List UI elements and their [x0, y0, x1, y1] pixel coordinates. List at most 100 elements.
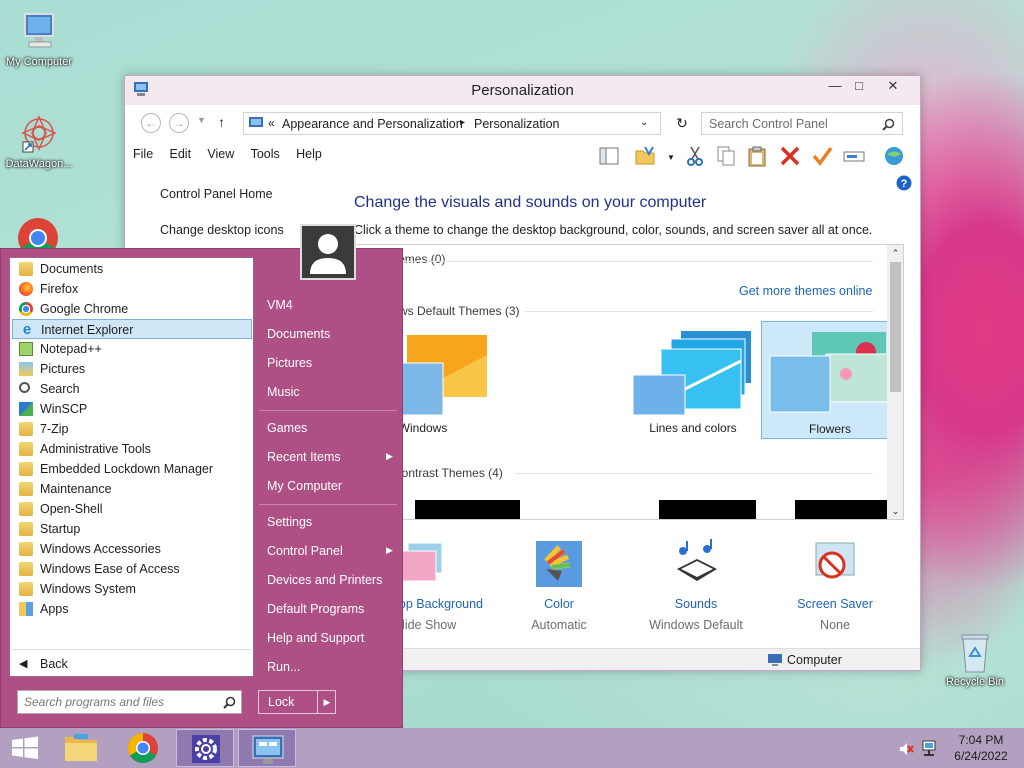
control-panel-search[interactable]: Search Control Panel: [701, 112, 903, 135]
volume-muted-icon[interactable]: [898, 741, 914, 757]
scrollbar-thumb[interactable]: [890, 262, 901, 392]
desktop-icon-my-computer[interactable]: My Computer: [0, 10, 79, 68]
refresh-icon[interactable]: ↻: [673, 115, 691, 133]
program-windows-system[interactable]: Windows System: [12, 579, 252, 599]
cut-icon[interactable]: [684, 145, 706, 167]
theme-globe-icon[interactable]: [883, 145, 905, 167]
setting-title[interactable]: Screen Saver: [775, 597, 895, 611]
paste-icon[interactable]: [746, 145, 768, 167]
program-google-chrome[interactable]: Google Chrome: [12, 299, 252, 319]
network-icon[interactable]: [922, 740, 938, 758]
folder-options-icon[interactable]: [634, 145, 656, 167]
desktop-icon-datawagon[interactable]: DataWagon...: [0, 112, 79, 170]
sounds-setting[interactable]: Sounds Windows Default: [636, 539, 756, 632]
high-contrast-thumbnail[interactable]: [415, 500, 520, 519]
taskbar-settings[interactable]: [176, 729, 234, 767]
copy-icon[interactable]: [715, 145, 737, 167]
minimize-button[interactable]: —: [823, 76, 847, 96]
program-administrative-tools[interactable]: Administrative Tools: [12, 439, 252, 459]
program-startup[interactable]: Startup: [12, 519, 252, 539]
address-dropdown-icon[interactable]: ⌄: [640, 117, 648, 128]
right-item-run[interactable]: Run...: [267, 660, 300, 674]
program-firefox[interactable]: Firefox: [12, 279, 252, 299]
lock-button[interactable]: Lock ▶: [258, 690, 336, 714]
address-bar[interactable]: « Appearance and Personalization ▸ Perso…: [243, 112, 661, 135]
menu-help[interactable]: Help: [296, 147, 322, 161]
search-input[interactable]: Search Control Panel: [709, 117, 828, 131]
close-button[interactable]: ✕: [871, 76, 915, 96]
setting-title[interactable]: Color: [499, 597, 619, 611]
breadcrumb-parent[interactable]: Appearance and Personalization: [282, 117, 463, 131]
right-item-default-programs[interactable]: Default Programs: [267, 602, 364, 616]
program-maintenance[interactable]: Maintenance: [12, 479, 252, 499]
right-item-games[interactable]: Games: [267, 421, 307, 435]
search-icon[interactable]: [882, 118, 895, 131]
options-dropdown-icon[interactable]: ▼: [667, 153, 675, 162]
program-windows-ease-of-access[interactable]: Windows Ease of Access: [12, 559, 252, 579]
setting-title[interactable]: Sounds: [636, 597, 756, 611]
right-item-my-computer[interactable]: My Computer: [267, 479, 342, 493]
theme-flowers[interactable]: Flowers: [761, 321, 897, 439]
clock[interactable]: 7:04 PM 6/24/2022: [946, 732, 1016, 764]
delete-icon[interactable]: [779, 145, 801, 167]
program-pictures[interactable]: Pictures: [12, 359, 252, 379]
back-button[interactable]: ◀ Back: [12, 654, 252, 674]
menu-tools[interactable]: Tools: [251, 147, 280, 161]
high-contrast-thumbnail[interactable]: [795, 500, 892, 519]
help-icon[interactable]: ?: [896, 175, 912, 191]
program-apps[interactable]: Apps: [12, 599, 252, 619]
chrome-desktop-icon[interactable]: [16, 216, 60, 248]
program-windows-accessories[interactable]: Windows Accessories: [12, 539, 252, 559]
right-item-music[interactable]: Music: [267, 385, 300, 399]
menu-edit[interactable]: Edit: [170, 147, 192, 161]
program-winscp[interactable]: WinSCP: [12, 399, 252, 419]
right-item-recent-items[interactable]: Recent Items: [267, 450, 341, 464]
themes-scrollbar[interactable]: ⌃ ⌄: [887, 245, 903, 519]
preview-pane-icon[interactable]: [598, 145, 620, 167]
lock-options-arrow-icon[interactable]: ▶: [317, 691, 336, 713]
history-dropdown-icon[interactable]: ▼: [197, 115, 206, 125]
program-open-shell[interactable]: Open-Shell: [12, 499, 252, 519]
nav-control-panel-home[interactable]: Control Panel Home: [160, 187, 273, 201]
right-item-control-panel[interactable]: Control Panel: [267, 544, 343, 558]
properties-check-icon[interactable]: [811, 145, 833, 167]
breadcrumb-root[interactable]: «: [268, 116, 275, 130]
search-icon[interactable]: [223, 696, 236, 709]
forward-nav-button[interactable]: →: [169, 113, 189, 133]
scroll-down-icon[interactable]: ⌄: [887, 506, 903, 517]
breadcrumb-current[interactable]: Personalization: [474, 117, 559, 131]
menu-view[interactable]: View: [207, 147, 234, 161]
program-7-zip[interactable]: 7-Zip: [12, 419, 252, 439]
program-embedded-lockdown-manager[interactable]: Embedded Lockdown Manager: [12, 459, 252, 479]
program-internet-explorer[interactable]: e Internet Explorer: [12, 319, 252, 339]
programs-search-input[interactable]: Search programs and files: [24, 695, 164, 709]
color-setting[interactable]: Color Automatic: [499, 539, 619, 632]
program-search[interactable]: Search: [12, 379, 252, 399]
back-nav-button[interactable]: ←: [141, 113, 161, 133]
scroll-up-icon[interactable]: ⌃: [887, 248, 903, 259]
desktop-icon-recycle-bin[interactable]: Recycle Bin: [935, 630, 1015, 688]
theme-lines-and-colors[interactable]: Lines and colors: [625, 321, 761, 439]
right-item-vm4[interactable]: VM4: [267, 298, 293, 312]
start-button[interactable]: [0, 729, 50, 767]
right-item-pictures[interactable]: Pictures: [267, 356, 312, 370]
screen-saver-setting[interactable]: Screen Saver None: [775, 539, 895, 632]
nav-change-desktop-icons[interactable]: Change desktop icons: [160, 223, 284, 237]
window-titlebar[interactable]: Personalization — □ ✕: [125, 76, 920, 105]
user-avatar[interactable]: [300, 224, 356, 280]
right-item-documents[interactable]: Documents: [267, 327, 330, 341]
taskbar-control-panel[interactable]: [238, 729, 296, 767]
menu-file[interactable]: File: [133, 147, 153, 161]
right-item-devices-and-printers[interactable]: Devices and Printers: [267, 573, 382, 587]
taskbar-file-explorer[interactable]: [52, 729, 110, 767]
program-notepad-plus-plus[interactable]: Notepad++: [12, 339, 252, 359]
high-contrast-thumbnail[interactable]: [659, 500, 756, 519]
right-item-help-and-support[interactable]: Help and Support: [267, 631, 364, 645]
up-arrow-icon[interactable]: ↑: [218, 114, 225, 130]
get-more-themes-link[interactable]: Get more themes online: [739, 284, 872, 298]
taskbar-chrome[interactable]: [114, 729, 172, 767]
program-documents[interactable]: Documents: [12, 259, 252, 279]
programs-search-box[interactable]: Search programs and files: [17, 690, 242, 714]
right-item-settings[interactable]: Settings: [267, 515, 312, 529]
maximize-button[interactable]: □: [847, 76, 871, 96]
